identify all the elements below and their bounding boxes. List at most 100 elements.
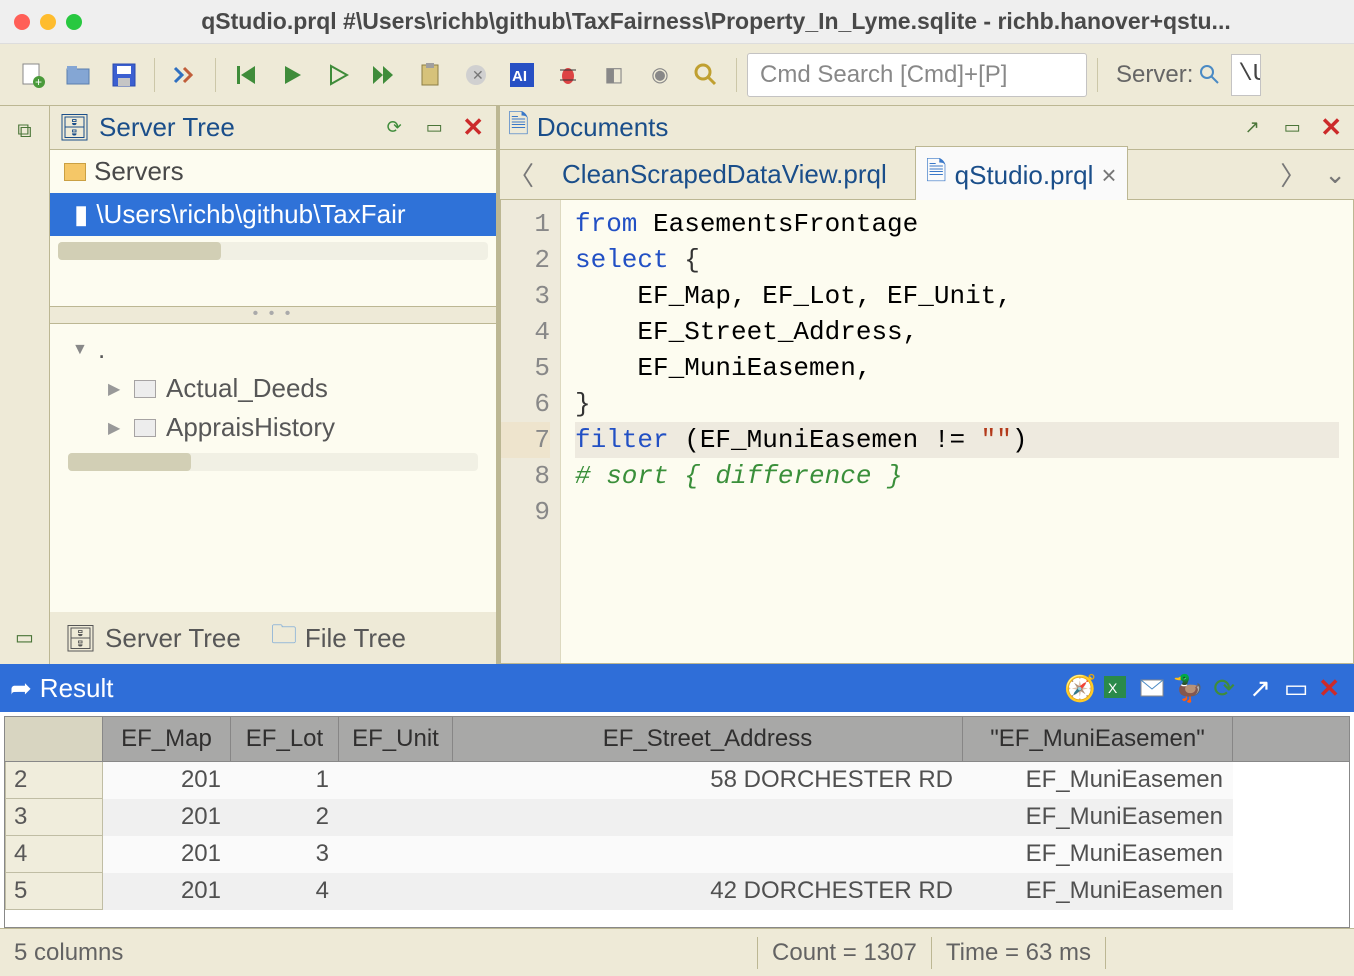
cell[interactable] [339, 836, 453, 873]
close-icon[interactable]: ✕ [1314, 673, 1344, 704]
row-header: 3 [5, 799, 103, 836]
mail-icon[interactable] [1138, 674, 1166, 702]
window-icon[interactable]: ▭ [418, 112, 450, 144]
dropdown-icon[interactable]: ⌄ [1324, 159, 1346, 190]
cell[interactable]: EF_MuniEasemen [963, 873, 1233, 910]
code-editor[interactable]: from EasementsFrontage select { EF_Map, … [561, 200, 1353, 663]
duck-icon[interactable]: 🦆 [1174, 674, 1202, 702]
row-header: 5 [5, 873, 103, 910]
open-file-icon[interactable] [58, 55, 98, 95]
cell[interactable]: 3 [231, 836, 339, 873]
tree-splitter[interactable] [50, 306, 496, 324]
cell[interactable] [339, 799, 453, 836]
play-icon[interactable] [272, 55, 312, 95]
window-icon[interactable]: ▭ [1276, 112, 1308, 144]
column-header[interactable]: EF_Lot [231, 717, 339, 761]
search-placeholder: Cmd Search [Cmd]+[P] [760, 61, 1007, 89]
column-header[interactable]: EF_Street_Address [453, 717, 963, 761]
skip-start-icon[interactable] [226, 55, 266, 95]
plugin-icon[interactable]: ◧ [594, 55, 634, 95]
stop-icon[interactable]: ✕ [456, 55, 496, 95]
panel-icon[interactable]: ▭ [8, 620, 42, 654]
server-search-icon[interactable] [1199, 64, 1221, 86]
next-tab-icon[interactable]: 〉 [1280, 156, 1306, 193]
activity-bar: ⧉ ▭ [0, 106, 50, 664]
cell[interactable]: 2 [231, 799, 339, 836]
cell[interactable]: 201 [103, 836, 231, 873]
duplicate-icon[interactable]: ⧉ [8, 114, 42, 148]
table-row[interactable]: 52014 42 DORCHESTER RDEF_MuniEasemen [5, 873, 1349, 910]
cell[interactable]: 4 [231, 873, 339, 910]
svg-text:X: X [1108, 680, 1118, 696]
documents-icon: 🗎 [508, 106, 529, 150]
cell[interactable]: 201 [103, 762, 231, 799]
popout-icon[interactable]: ↗ [1246, 674, 1274, 702]
save-icon[interactable] [104, 55, 144, 95]
table-row[interactable]: 32012 EF_MuniEasemen [5, 799, 1349, 836]
subtree-root[interactable]: ▼. [60, 330, 486, 369]
table-row[interactable]: ▶Actual_Deeds [60, 369, 486, 408]
minimize-window-button[interactable] [40, 14, 56, 30]
cell[interactable] [453, 799, 963, 836]
new-file-icon[interactable]: + [12, 55, 52, 95]
file-tree-tab[interactable]: 🗀File Tree [271, 616, 406, 660]
cell[interactable] [339, 873, 453, 910]
play-outline-icon[interactable] [318, 55, 358, 95]
command-search-input[interactable]: Cmd Search [Cmd]+[P] [747, 53, 1087, 97]
selected-server-node[interactable]: ▮ \Users\richb\github\TaxFair [50, 193, 496, 236]
prev-tab-icon[interactable]: 〈 [508, 156, 534, 193]
refresh-icon[interactable]: ⟳ [378, 112, 410, 144]
horizontal-scrollbar[interactable] [68, 453, 478, 471]
cell[interactable]: 42 DORCHESTER RD [453, 873, 963, 910]
server-field[interactable]: \U [1231, 54, 1261, 96]
editor-panel: 🗎 Documents ↗ ▭ ✕ 〈 CleanScrapedDataView… [500, 106, 1354, 664]
table-icon [134, 419, 156, 437]
search-db-icon[interactable] [686, 55, 726, 95]
table-row[interactable]: 42013EF_MuniEasemen [5, 836, 1349, 873]
bug-icon[interactable] [548, 55, 588, 95]
column-header[interactable]: EF_Unit [339, 717, 453, 761]
column-header[interactable]: "EF_MuniEasemen" [963, 717, 1233, 761]
result-header: ➦ Result 🧭 X 🦆 ⟳ ↗ ▭ ✕ [0, 664, 1354, 712]
count-status: Count = 1307 [772, 939, 917, 967]
close-icon[interactable]: ✕ [458, 112, 488, 143]
refresh-icon[interactable]: ⟳ [1210, 674, 1238, 702]
table-row[interactable]: 2201158 DORCHESTER RDEF_MuniEasemen [5, 762, 1349, 799]
cell[interactable]: 201 [103, 799, 231, 836]
cell[interactable]: EF_MuniEasemen [963, 799, 1233, 836]
fast-forward-icon[interactable] [364, 55, 404, 95]
svg-text:✕: ✕ [472, 67, 484, 83]
nav-icon[interactable]: 🧭 [1066, 674, 1094, 702]
server-label: Server: [1116, 61, 1221, 89]
main-toolbar: + ✕ AI ◧ ◉ Cmd Search [Cmd]+[P] Server: … [0, 44, 1354, 106]
cell[interactable]: 201 [103, 873, 231, 910]
clipboard-icon[interactable] [410, 55, 450, 95]
table-header: EF_Map EF_Lot EF_Unit EF_Street_Address … [5, 717, 1349, 762]
server-tree-tab[interactable]: 🗄Server Tree [64, 623, 241, 654]
zoom-window-button[interactable] [66, 14, 82, 30]
cell[interactable]: EF_MuniEasemen [963, 762, 1233, 799]
columns-status: 5 columns [14, 939, 123, 967]
horizontal-scrollbar[interactable] [58, 242, 488, 260]
connect-icon[interactable] [165, 55, 205, 95]
folder-icon: 🗀 [271, 616, 297, 660]
cell[interactable]: 1 [231, 762, 339, 799]
popout-icon[interactable]: ↗ [1236, 112, 1268, 144]
cell[interactable]: 58 DORCHESTER RD [453, 762, 963, 799]
inactive-tab[interactable]: CleanScrapedDataView.prql [552, 153, 897, 196]
refresh-globe-icon[interactable]: ◉ [640, 55, 680, 95]
excel-icon[interactable]: X [1102, 674, 1130, 702]
cell[interactable] [339, 762, 453, 799]
servers-root[interactable]: Servers [50, 150, 496, 193]
active-tab[interactable]: 🗎 qStudio.prql × [915, 146, 1128, 203]
column-header[interactable]: EF_Map [103, 717, 231, 761]
window-icon[interactable]: ▭ [1282, 674, 1310, 702]
cell[interactable]: EF_MuniEasemen [963, 836, 1233, 873]
ai-icon[interactable]: AI [502, 55, 542, 95]
close-icon[interactable]: ✕ [1316, 112, 1346, 143]
close-window-button[interactable] [14, 14, 30, 30]
table-row[interactable]: ▶AppraisHistory [60, 408, 486, 447]
time-status: Time = 63 ms [946, 939, 1091, 967]
tab-close-icon[interactable]: × [1101, 160, 1116, 191]
cell[interactable] [453, 836, 963, 873]
